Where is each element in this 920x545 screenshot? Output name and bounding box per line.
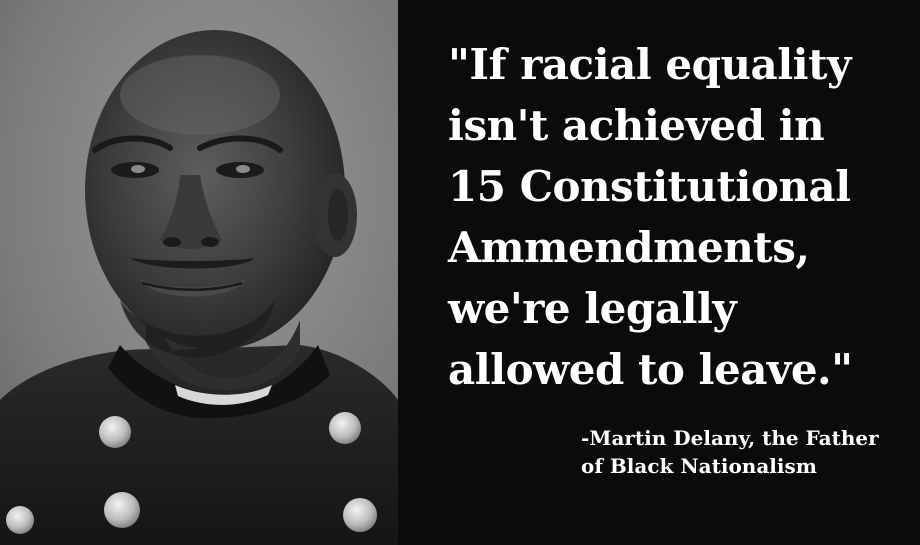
quote-attribution: -Martin Delany, the Father of Black Nati… xyxy=(581,424,916,480)
quote-text: "If racial equality isn't achieved in 15… xyxy=(448,34,913,400)
quote-meme: "If racial equality isn't achieved in 15… xyxy=(0,0,920,545)
coat-button xyxy=(104,492,140,528)
quote-line: "If racial equality xyxy=(448,40,851,89)
coat-button xyxy=(343,498,377,532)
quote-line: isn't achieved in xyxy=(448,101,825,150)
quote-line: allowed to leave." xyxy=(448,345,853,394)
attribution-line: -Martin Delany, the Father xyxy=(581,426,879,450)
portrait-photo xyxy=(0,0,398,545)
quote-line: 15 Constitutional xyxy=(448,162,851,211)
coat-button xyxy=(6,506,34,534)
attribution-line: of Black Nationalism xyxy=(581,454,817,478)
coat-button xyxy=(329,412,361,444)
portrait-illustration xyxy=(0,0,398,545)
coat-button xyxy=(99,416,131,448)
quote-panel: "If racial equality isn't achieved in 15… xyxy=(398,0,920,545)
quote-line: we're legally xyxy=(448,284,737,333)
quote-line: Ammendments, xyxy=(448,223,810,272)
